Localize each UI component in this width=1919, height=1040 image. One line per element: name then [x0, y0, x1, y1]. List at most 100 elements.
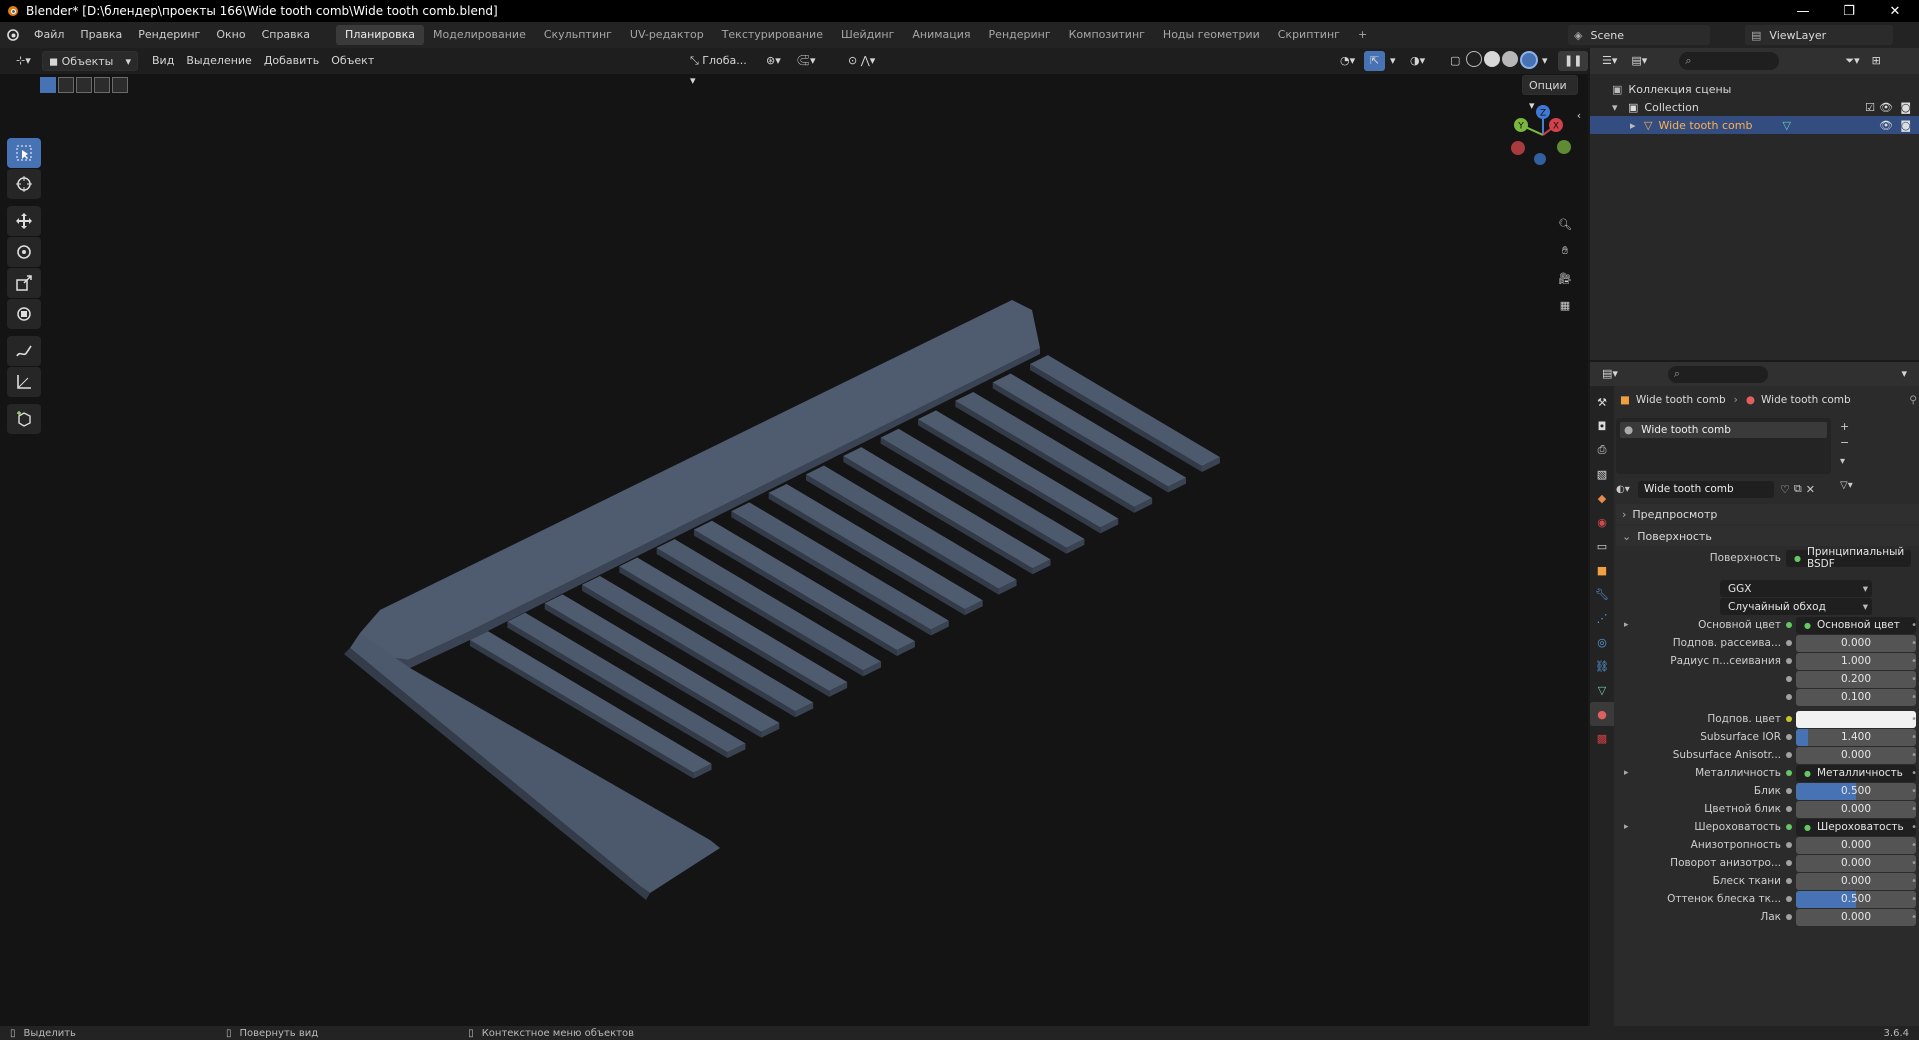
texture-tab-icon[interactable]: ▩ — [1590, 726, 1614, 750]
render-tab-icon[interactable]: ◘ — [1590, 414, 1614, 438]
tab-scripting[interactable]: Скриптинг — [1269, 25, 1349, 45]
modifier-tab-icon[interactable]: 🔧︎ — [1590, 582, 1614, 606]
camera-view-icon[interactable]: 🎥︎ — [1554, 267, 1576, 289]
browse-material-icon[interactable]: ◐▾ — [1616, 484, 1638, 495]
property-field[interactable]: 0.200 — [1796, 670, 1916, 688]
input-socket-icon[interactable] — [1786, 824, 1792, 830]
input-socket-icon[interactable] — [1786, 860, 1792, 866]
property-field[interactable]: 1.400 — [1796, 728, 1916, 746]
constraints-tab-icon[interactable]: ⛓︎ — [1590, 654, 1614, 678]
render-camera-icon[interactable]: ◙ — [1900, 101, 1911, 114]
menu-render[interactable]: Рендеринг — [130, 25, 208, 45]
slot-menu-icon[interactable]: ▾ — [1840, 456, 1845, 467]
section-surface[interactable]: ⌄ Поверхность — [1616, 526, 1919, 546]
property-field[interactable]: 0.500 — [1796, 782, 1916, 800]
menu-window[interactable]: Окно — [208, 25, 253, 45]
material-name-field[interactable]: Wide tooth comb — [1638, 480, 1774, 498]
subsurface-method-dropdown[interactable]: Случайный обход ▾ — [1720, 598, 1872, 615]
property-field[interactable]: ● Металличность — [1796, 764, 1916, 782]
maximize-button[interactable]: ❐ — [1826, 0, 1872, 22]
keyframe-dot-icon[interactable]: • — [1911, 858, 1917, 869]
object-tab-icon[interactable]: ■ — [1590, 558, 1614, 582]
fake-user-icon[interactable]: ♡ — [1780, 483, 1790, 496]
keyframe-dot-icon[interactable]: • — [1911, 750, 1917, 761]
display-mode-icon[interactable]: ▤▾ — [1625, 51, 1653, 71]
expand-arrow-icon[interactable]: ▾ — [1612, 101, 1628, 114]
keyframe-dot-icon[interactable]: • — [1911, 912, 1917, 923]
property-field[interactable]: 0.000 — [1796, 872, 1916, 890]
tab-rendering[interactable]: Рендеринг — [980, 25, 1060, 45]
material-tab-icon[interactable]: ● — [1590, 702, 1614, 726]
tab-compositing[interactable]: Композитинг — [1060, 25, 1154, 45]
property-field[interactable]: 0.000 — [1796, 634, 1916, 652]
tab-animation[interactable]: Анимация — [903, 25, 979, 45]
outliner-row-scene-collection[interactable]: ▣ Коллекция сцены — [1590, 80, 1919, 98]
output-tab-icon[interactable]: ⎙ — [1590, 438, 1614, 462]
material-slot-list[interactable]: ● Wide tooth comb — [1616, 418, 1831, 474]
pan-hand-icon[interactable]: ✋︎ — [1554, 240, 1576, 262]
property-field[interactable]: 0.500 — [1796, 890, 1916, 908]
keyframe-dot-icon[interactable]: • — [1911, 804, 1917, 815]
input-socket-icon[interactable] — [1786, 676, 1792, 682]
property-field[interactable]: ● Шероховатость — [1796, 818, 1916, 836]
keyframe-dot-icon[interactable]: • — [1911, 620, 1917, 631]
input-socket-icon[interactable] — [1786, 694, 1792, 700]
gizmo-neg-z-axis[interactable] — [1534, 153, 1546, 165]
keyframe-dot-icon[interactable]: • — [1911, 876, 1917, 887]
input-socket-icon[interactable] — [1786, 842, 1792, 848]
property-field[interactable]: 0.000 — [1796, 746, 1916, 764]
keyframe-dot-icon[interactable]: • — [1911, 840, 1917, 851]
scene-tab-icon[interactable]: ◆ — [1590, 486, 1614, 510]
tab-sculpting[interactable]: Скульптинг — [535, 25, 621, 45]
property-field[interactable]: 0.000 — [1796, 854, 1916, 872]
render-camera-icon[interactable]: ◙ — [1900, 119, 1911, 132]
expand-arrow-icon[interactable]: ▸ — [1630, 119, 1644, 132]
panel-options-icon[interactable]: ▾ — [1895, 364, 1913, 384]
keyframe-dot-icon[interactable]: • — [1911, 768, 1917, 779]
input-socket-icon[interactable] — [1786, 716, 1792, 722]
property-field[interactable]: 0.000 — [1796, 800, 1916, 818]
property-field[interactable] — [1796, 710, 1916, 728]
tab-geometry-nodes[interactable]: Ноды геометрии — [1154, 25, 1269, 45]
add-slot-icon[interactable]: + — [1840, 420, 1849, 433]
world-tab-icon[interactable]: ◉ — [1590, 510, 1614, 534]
collection-tab-icon[interactable]: ▭ — [1590, 534, 1614, 558]
viewlayer-selector[interactable]: ▤ ViewLayer — [1745, 25, 1893, 45]
3d-viewport[interactable]: ⊹▾ ◼ Объекты ▾ Вид Выделение Добавить Объ… — [0, 48, 1588, 1026]
input-socket-icon[interactable] — [1786, 914, 1792, 920]
input-socket-icon[interactable] — [1786, 896, 1792, 902]
input-socket-icon[interactable] — [1786, 640, 1792, 646]
keyframe-dot-icon[interactable]: • — [1911, 638, 1917, 649]
input-socket-icon[interactable] — [1786, 770, 1792, 776]
outliner-row-wide-tooth-comb[interactable]: ▸ ▽ Wide tooth comb ▽ 👁︎ ◙ — [1590, 116, 1919, 134]
add-workspace-button[interactable]: + — [1349, 25, 1376, 45]
section-preview[interactable]: › Предпросмотр — [1616, 504, 1919, 524]
exclude-checkbox-icon[interactable]: ☑ — [1865, 101, 1875, 114]
distribution-dropdown[interactable]: GGX ▾ — [1720, 580, 1872, 597]
blender-menu-icon[interactable] — [0, 28, 26, 42]
tab-layout[interactable]: Планировка — [336, 25, 425, 45]
expand-arrow-icon[interactable]: ▸ — [1624, 620, 1629, 630]
input-socket-icon[interactable] — [1786, 788, 1792, 794]
tab-modeling[interactable]: Моделирование — [424, 25, 535, 45]
ortho-grid-icon[interactable]: ▦ — [1554, 294, 1576, 316]
navigation-gizmo[interactable]: Z Y X — [1508, 100, 1578, 170]
data-tab-icon[interactable]: ▽ — [1590, 678, 1614, 702]
input-socket-icon[interactable] — [1786, 878, 1792, 884]
filter-icon[interactable]: ⏷▾ — [1839, 51, 1865, 71]
gizmo-neg-y-axis[interactable] — [1557, 140, 1571, 154]
keyframe-dot-icon[interactable]: • — [1911, 894, 1917, 905]
property-field[interactable]: 0.000 — [1796, 836, 1916, 854]
eye-icon[interactable]: 👁︎ — [1879, 119, 1893, 132]
expand-arrow-icon[interactable]: ▸ — [1624, 822, 1629, 832]
properties-search-input[interactable]: ⌕ — [1667, 365, 1768, 383]
keyframe-dot-icon[interactable]: • — [1911, 674, 1917, 685]
property-field[interactable]: 0.100 — [1796, 688, 1916, 706]
outliner-search-input[interactable]: ⌕ — [1679, 52, 1780, 70]
keyframe-dot-icon[interactable]: • — [1911, 656, 1917, 667]
close-button[interactable]: ✕ — [1872, 0, 1918, 22]
pin-icon[interactable]: ⚲ — [1909, 394, 1917, 406]
property-field[interactable]: 1.000 — [1796, 652, 1916, 670]
tab-texture-paint[interactable]: Текстурирование — [713, 25, 832, 45]
material-slot-item[interactable]: ● Wide tooth comb — [1620, 422, 1827, 438]
